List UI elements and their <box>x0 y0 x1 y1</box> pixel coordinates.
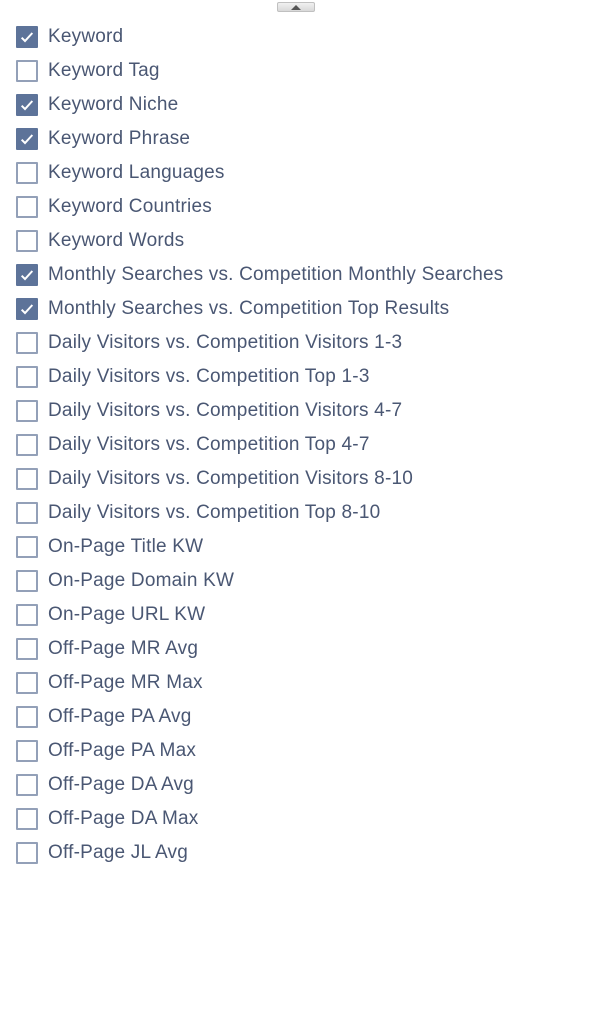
checkbox-label: Off-Page PA Max <box>48 740 196 762</box>
checkbox-box[interactable] <box>16 502 38 524</box>
checkbox-row[interactable]: Keyword Tag <box>16 54 575 88</box>
checkbox-row[interactable]: Daily Visitors vs. Competition Visitors … <box>16 326 575 360</box>
checkbox-box[interactable] <box>16 706 38 728</box>
checkbox-label: Keyword Niche <box>48 94 178 116</box>
checkbox-label: Daily Visitors vs. Competition Visitors … <box>48 400 402 422</box>
checkbox-label: Daily Visitors vs. Competition Top 4-7 <box>48 434 370 456</box>
checkbox-label: Monthly Searches vs. Competition Monthly… <box>48 264 503 286</box>
checkbox-row[interactable]: On-Page Title KW <box>16 530 575 564</box>
checkbox-box[interactable] <box>16 128 38 150</box>
checkbox-row[interactable]: Keyword <box>16 20 575 54</box>
checkbox-label: Off-Page PA Avg <box>48 706 192 728</box>
checkbox-row[interactable]: Off-Page PA Max <box>16 734 575 768</box>
checkbox-row[interactable]: Daily Visitors vs. Competition Visitors … <box>16 394 575 428</box>
checkbox-box[interactable] <box>16 740 38 762</box>
checkbox-row[interactable]: On-Page Domain KW <box>16 564 575 598</box>
checkbox-row[interactable]: Monthly Searches vs. Competition Top Res… <box>16 292 575 326</box>
checkbox-label: Off-Page MR Avg <box>48 638 198 660</box>
checkbox-label: On-Page Domain KW <box>48 570 234 592</box>
checkbox-box[interactable] <box>16 298 38 320</box>
checkbox-row[interactable]: Monthly Searches vs. Competition Monthly… <box>16 258 575 292</box>
checkbox-label: Keyword Words <box>48 230 184 252</box>
checkbox-box[interactable] <box>16 162 38 184</box>
checkbox-row[interactable]: On-Page URL KW <box>16 598 575 632</box>
checkbox-label: Off-Page DA Max <box>48 808 199 830</box>
checkbox-label: Keyword Phrase <box>48 128 190 150</box>
checkbox-box[interactable] <box>16 366 38 388</box>
chevron-up-icon <box>277 2 315 12</box>
checkbox-label: Keyword Languages <box>48 162 225 184</box>
checkbox-box[interactable] <box>16 638 38 660</box>
checkbox-box[interactable] <box>16 400 38 422</box>
checkbox-box[interactable] <box>16 570 38 592</box>
checkbox-row[interactable]: Off-Page JL Avg <box>16 836 575 870</box>
checkbox-row[interactable]: Keyword Niche <box>16 88 575 122</box>
checkbox-row[interactable]: Off-Page MR Avg <box>16 632 575 666</box>
checkbox-box[interactable] <box>16 604 38 626</box>
checkbox-list: Keyword Keyword Tag Keyword Niche Keyword P… <box>0 16 591 878</box>
collapse-handle[interactable] <box>0 0 591 16</box>
checkbox-label: Keyword Tag <box>48 60 160 82</box>
check-icon <box>19 301 35 317</box>
checkbox-label: Daily Visitors vs. Competition Top 8-10 <box>48 502 380 524</box>
checkbox-label: Daily Visitors vs. Competition Top 1-3 <box>48 366 370 388</box>
checkbox-box[interactable] <box>16 536 38 558</box>
checkbox-label: On-Page Title KW <box>48 536 203 558</box>
check-icon <box>19 267 35 283</box>
checkbox-label: Off-Page JL Avg <box>48 842 188 864</box>
checkbox-box[interactable] <box>16 468 38 490</box>
checkbox-label: Keyword <box>48 26 123 48</box>
checkbox-box[interactable] <box>16 94 38 116</box>
checkbox-label: Daily Visitors vs. Competition Visitors … <box>48 468 413 490</box>
checkbox-box[interactable] <box>16 808 38 830</box>
checkbox-row[interactable]: Keyword Countries <box>16 190 575 224</box>
checkbox-row[interactable]: Daily Visitors vs. Competition Visitors … <box>16 462 575 496</box>
checkbox-label: Monthly Searches vs. Competition Top Res… <box>48 298 449 320</box>
checkbox-row[interactable]: Off-Page PA Avg <box>16 700 575 734</box>
checkbox-label: Keyword Countries <box>48 196 212 218</box>
checkbox-row[interactable]: Keyword Phrase <box>16 122 575 156</box>
checkbox-box[interactable] <box>16 842 38 864</box>
checkbox-row[interactable]: Daily Visitors vs. Competition Top 8-10 <box>16 496 575 530</box>
checkbox-row[interactable]: Keyword Languages <box>16 156 575 190</box>
checkbox-box[interactable] <box>16 774 38 796</box>
checkbox-box[interactable] <box>16 60 38 82</box>
checkbox-row[interactable]: Off-Page DA Avg <box>16 768 575 802</box>
checkbox-box[interactable] <box>16 26 38 48</box>
checkbox-row[interactable]: Daily Visitors vs. Competition Top 1-3 <box>16 360 575 394</box>
checkbox-label: On-Page URL KW <box>48 604 205 626</box>
checkbox-label: Daily Visitors vs. Competition Visitors … <box>48 332 402 354</box>
checkbox-row[interactable]: Off-Page DA Max <box>16 802 575 836</box>
checkbox-label: Off-Page MR Max <box>48 672 203 694</box>
check-icon <box>19 29 35 45</box>
checkbox-row[interactable]: Off-Page MR Max <box>16 666 575 700</box>
checkbox-box[interactable] <box>16 196 38 218</box>
check-icon <box>19 131 35 147</box>
check-icon <box>19 97 35 113</box>
checkbox-row[interactable]: Daily Visitors vs. Competition Top 4-7 <box>16 428 575 462</box>
checkbox-box[interactable] <box>16 672 38 694</box>
checkbox-box[interactable] <box>16 230 38 252</box>
checkbox-box[interactable] <box>16 264 38 286</box>
checkbox-label: Off-Page DA Avg <box>48 774 194 796</box>
checkbox-box[interactable] <box>16 332 38 354</box>
checkbox-row[interactable]: Keyword Words <box>16 224 575 258</box>
checkbox-box[interactable] <box>16 434 38 456</box>
